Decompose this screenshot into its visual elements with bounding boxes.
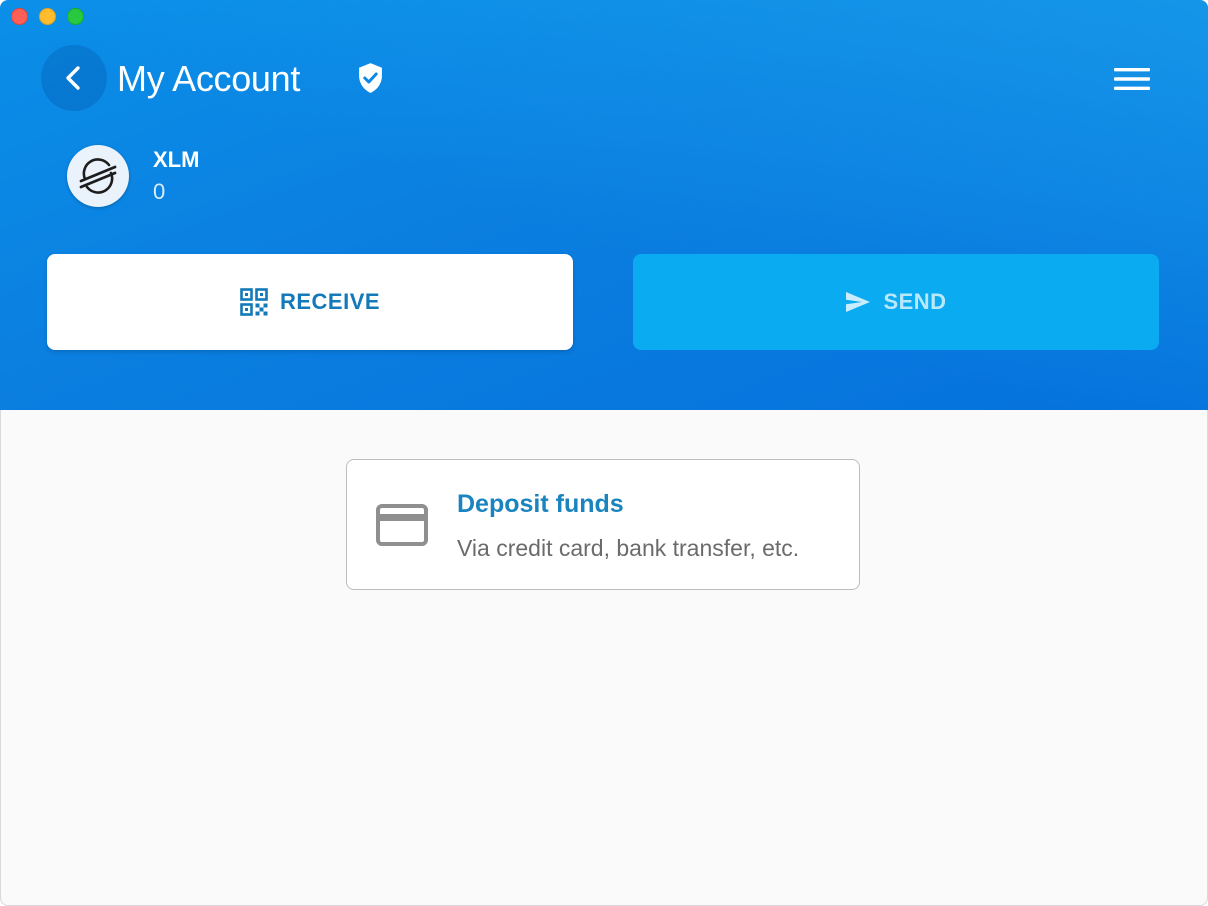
send-arrow-icon (846, 292, 871, 312)
asset-logo (67, 145, 129, 207)
window-close-button[interactable] (11, 8, 28, 25)
receive-button[interactable]: RECEIVE (47, 254, 573, 350)
send-button-label: SEND (883, 289, 947, 314)
send-button[interactable]: SEND (633, 254, 1159, 350)
deposit-title: Deposit funds (457, 490, 624, 518)
account-header: My Account XLM 0 RECEIVE SEND (0, 0, 1208, 410)
credit-card-icon (376, 504, 428, 546)
asset-code: XLM (153, 147, 200, 172)
asset-balance: 0 (153, 179, 166, 204)
page-title: My Account (117, 58, 301, 99)
qr-code-icon (240, 288, 268, 316)
hamburger-menu-icon (1114, 68, 1150, 90)
back-button[interactable] (41, 45, 107, 111)
deposit-funds-card[interactable]: Deposit funds Via credit card, bank tran… (346, 459, 860, 590)
deposit-subtitle: Via credit card, bank transfer, etc. (457, 535, 800, 561)
app-window: My Account XLM 0 RECEIVE SEND Deposit fu… (0, 0, 1208, 906)
receive-button-label: RECEIVE (279, 289, 381, 314)
verified-shield-icon (359, 63, 382, 93)
window-minimize-button[interactable] (39, 8, 56, 25)
chevron-left-icon (66, 66, 80, 90)
menu-button[interactable] (1108, 60, 1156, 98)
window-controls (11, 8, 84, 25)
window-maximize-button[interactable] (67, 8, 84, 25)
stellar-logo-icon (79, 158, 117, 194)
